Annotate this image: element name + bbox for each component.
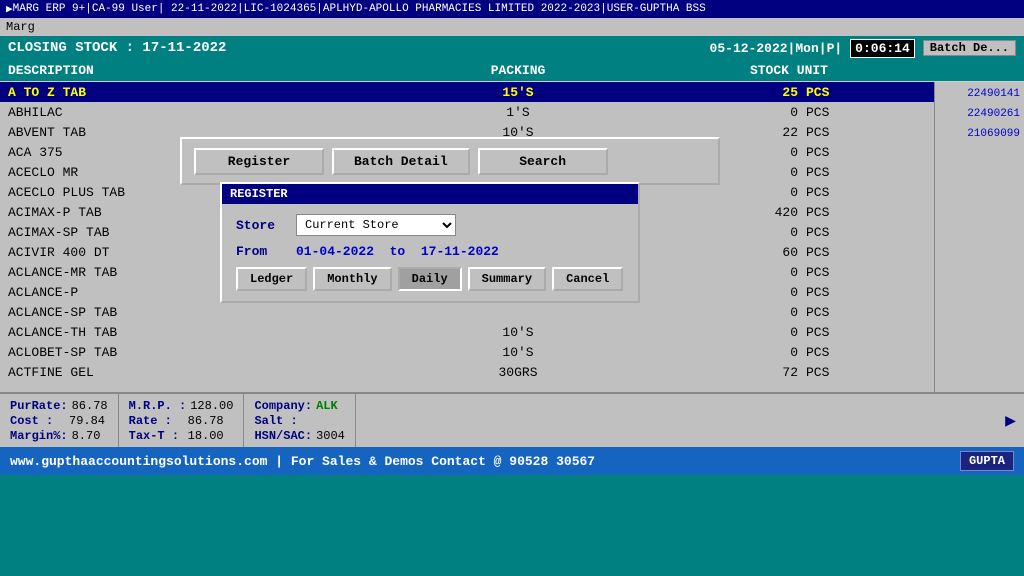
date-range: 01-04-2022 to 17-11-2022 [296, 244, 499, 259]
summary-button[interactable]: Summary [468, 267, 546, 291]
taxt-label: Tax-T : [129, 429, 184, 443]
salt-row: Salt : [254, 414, 344, 428]
batch-detail-header: Batch De... [923, 40, 1016, 56]
store-label: Store [236, 218, 296, 233]
company-row: Company: ALK [254, 399, 344, 413]
pur-rate-label: PurRate: [10, 399, 68, 413]
menu-bar: Marg [0, 18, 1024, 36]
from-label: From [236, 244, 296, 259]
from-date: 01-04-2022 [296, 244, 374, 259]
mrp-value: 128.00 [190, 399, 233, 413]
salt-label: Salt : [254, 414, 309, 428]
cancel-button[interactable]: Cancel [552, 267, 623, 291]
closing-stock-label: CLOSING STOCK : 17-11-2022 [8, 40, 226, 56]
margin-row: Margin%: 8.70 [10, 429, 108, 443]
daily-button[interactable]: Daily [398, 267, 462, 291]
to-date: 17-11-2022 [421, 244, 499, 259]
title-icon: ▶ [6, 2, 13, 16]
col-packing: PACKING [368, 63, 668, 78]
datetime-area: 05-12-2022|Mon|P| 0:06:14 Batch De... [710, 39, 1016, 58]
table-area: A TO Z TAB 15'S 25 PCS ABHILAC 1'S 0 PCS… [0, 82, 1024, 392]
title-bar: ▶ MARG ERP 9+|CA-99 User| 22-11-2022|LIC… [0, 0, 1024, 18]
margin-value: 8.70 [72, 429, 101, 443]
popup-overlay: Register Batch Detail Search REGISTER St… [0, 82, 1024, 392]
mrp-label: M.R.P. : [129, 399, 187, 413]
company-label: Company: [254, 399, 312, 413]
pur-rate-row: PurRate: 86.78 [10, 399, 108, 413]
footer: www.gupthaaccountingsolutions.com | For … [0, 447, 1024, 475]
hsn-value: 3004 [316, 429, 345, 443]
button-bar: Register Batch Detail Search [180, 137, 720, 185]
to-text: to [390, 244, 406, 259]
status-col-1: PurRate: 86.78 Cost : 79.84 Margin%: 8.7… [0, 394, 119, 447]
status-col-3: Company: ALK Salt : HSN/SAC: 3004 [244, 394, 355, 447]
title-text: MARG ERP 9+|CA-99 User| 22-11-2022|LIC-1… [13, 3, 706, 15]
hsn-row: HSN/SAC: 3004 [254, 429, 344, 443]
mrp-row: M.R.P. : 128.00 [129, 399, 234, 413]
menu-item-marg[interactable]: Marg [6, 20, 35, 34]
hsn-label: HSN/SAC: [254, 429, 312, 443]
time-box: 0:06:14 [850, 39, 915, 58]
taxt-row: Tax-T : 18.00 [129, 429, 234, 443]
batch-detail-button[interactable]: Batch Detail [332, 148, 470, 175]
register-buttons: Ledger Monthly Daily Summary Cancel [236, 267, 624, 291]
header-bar: CLOSING STOCK : 17-11-2022 05-12-2022|Mo… [0, 36, 1024, 60]
ledger-button[interactable]: Ledger [236, 267, 307, 291]
rate-value: 86.78 [188, 414, 224, 428]
footer-logo: GUPTA [960, 451, 1014, 471]
search-button[interactable]: Search [478, 148, 608, 175]
col-description: DESCRIPTION [8, 63, 368, 78]
date-text: 05-12-2022|Mon|P| [710, 41, 843, 56]
column-header: DESCRIPTION PACKING STOCK UNIT [0, 60, 1024, 82]
footer-text: www.gupthaaccountingsolutions.com | For … [10, 454, 595, 469]
status-bar: PurRate: 86.78 Cost : 79.84 Margin%: 8.7… [0, 392, 1024, 447]
scroll-indicator: ▶ [356, 394, 1024, 447]
register-dialog-title: REGISTER [222, 184, 638, 204]
cost-value: 79.84 [69, 414, 105, 428]
col-stock-unit: STOCK UNIT [668, 63, 868, 78]
scroll-right-icon[interactable]: ▶ [1005, 410, 1016, 432]
taxt-value: 18.00 [188, 429, 224, 443]
cost-row: Cost : 79.84 [10, 414, 108, 428]
store-row: Store Current Store [236, 214, 624, 236]
register-dialog: REGISTER Store Current Store From 01-04-… [220, 182, 640, 303]
company-value: ALK [316, 399, 338, 413]
status-col-2: M.R.P. : 128.00 Rate : 86.78 Tax-T : 18.… [119, 394, 245, 447]
cost-label: Cost : [10, 414, 65, 428]
margin-label: Margin%: [10, 429, 68, 443]
monthly-button[interactable]: Monthly [313, 267, 391, 291]
rate-label: Rate : [129, 414, 184, 428]
pur-rate-value: 86.78 [72, 399, 108, 413]
store-select[interactable]: Current Store [296, 214, 456, 236]
dates-row: From 01-04-2022 to 17-11-2022 [236, 244, 624, 259]
register-dialog-body: Store Current Store From 01-04-2022 to 1… [222, 204, 638, 301]
register-button[interactable]: Register [194, 148, 324, 175]
rate-row: Rate : 86.78 [129, 414, 234, 428]
